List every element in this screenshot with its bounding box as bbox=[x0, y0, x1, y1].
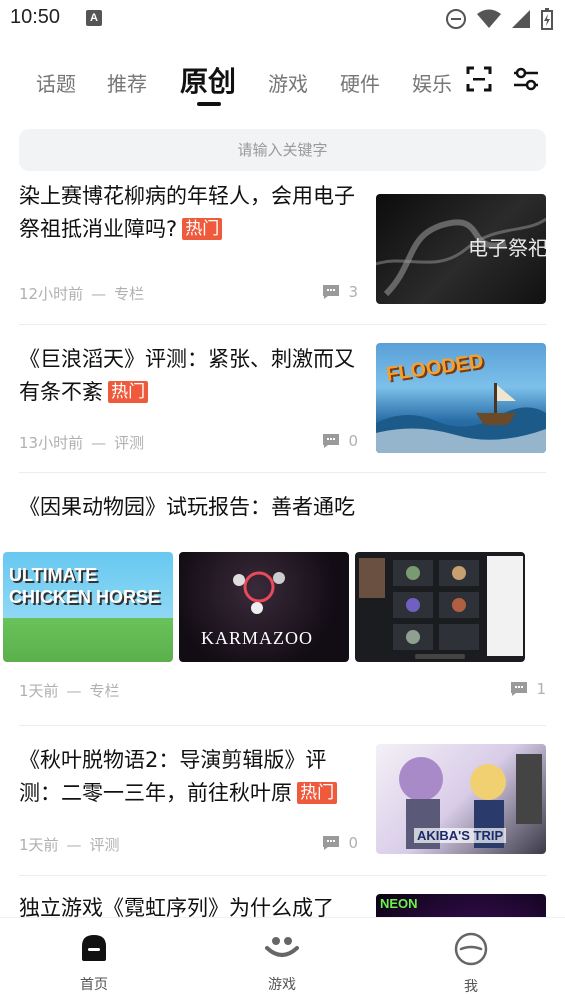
article-thumbnail: AKIBA'S TRIP bbox=[376, 744, 546, 854]
hot-badge: 热门 bbox=[108, 381, 149, 403]
category-tab-bar: 话题 推荐 原创 游戏 硬件 娱乐 bbox=[0, 52, 565, 112]
signal-icon bbox=[512, 10, 530, 28]
article-card[interactable]: 《巨浪滔天》评测：紧张、刺激而又有条不紊 热门 13小时前 — 评测 0 FLOOD… bbox=[19, 329, 546, 473]
article-time: 1天前 bbox=[19, 836, 59, 854]
comment-count[interactable]: 0 bbox=[322, 834, 358, 852]
divider bbox=[19, 875, 546, 876]
article-image: ULTIMATE CHICKEN HORSE bbox=[3, 552, 173, 662]
article-title: 《秋叶脱物语2：导演剪辑版》评测：二零一三年，前往秋叶原 bbox=[19, 748, 327, 805]
nav-home[interactable]: 首页 bbox=[54, 932, 134, 994]
comment-count[interactable]: 1 bbox=[510, 680, 546, 698]
article-thumbnail: NEON bbox=[376, 894, 546, 917]
article-meta: 13小时前 — 评测 bbox=[19, 434, 145, 452]
profile-icon bbox=[454, 932, 488, 966]
article-thumbnail: FLOODED bbox=[376, 343, 546, 453]
status-time: 10:50 bbox=[10, 6, 61, 28]
hot-badge: 热门 bbox=[182, 218, 223, 240]
nav-games[interactable]: 游戏 bbox=[242, 932, 322, 994]
comment-count[interactable]: 3 bbox=[322, 283, 358, 301]
status-icons bbox=[445, 8, 553, 30]
tab-hardware[interactable]: 硬件 bbox=[340, 68, 380, 97]
nav-me[interactable]: 我 bbox=[431, 932, 511, 996]
article-category: 评测 bbox=[89, 836, 120, 854]
thumbnail-text: 电子祭祀 bbox=[468, 236, 546, 260]
status-bar: 10:50 A bbox=[0, 0, 565, 40]
bottom-navigation: 首页 游戏 我 bbox=[0, 917, 565, 1004]
thumbnail-text: AKIBA'S TRIP bbox=[414, 828, 507, 843]
article-card[interactable]: 独立游戏《霓虹序列》为什么成了 NEON bbox=[19, 880, 546, 917]
article-image: KARMAZOO bbox=[179, 552, 349, 662]
comment-count-value: 3 bbox=[348, 283, 358, 301]
battery-icon bbox=[541, 8, 553, 30]
article-title: 《因果动物园》试玩报告：善者通吃 bbox=[19, 495, 355, 519]
article-meta: 1天前 — 评测 bbox=[19, 836, 120, 854]
tab-entertainment[interactable]: 娱乐 bbox=[412, 68, 452, 97]
divider bbox=[19, 472, 546, 473]
image-text: ULTIMATE CHICKEN HORSE bbox=[9, 565, 161, 607]
home-icon bbox=[82, 935, 106, 961]
article-card[interactable]: 《秋叶脱物语2：导演剪辑版》评测：二零一三年，前往秋叶原 热门 1天前 — 评测 0… bbox=[19, 730, 546, 874]
article-image-row: ULTIMATE CHICKEN HORSE KARMAZOO bbox=[3, 552, 525, 662]
article-time: 12小时前 bbox=[19, 285, 84, 303]
article-category: 专栏 bbox=[114, 285, 145, 303]
comment-count-value: 0 bbox=[348, 432, 358, 450]
article-image bbox=[355, 552, 525, 662]
tab-games[interactable]: 游戏 bbox=[268, 68, 308, 97]
comment-count[interactable]: 0 bbox=[322, 432, 358, 450]
tab-topics[interactable]: 话题 bbox=[36, 68, 76, 97]
scan-icon[interactable] bbox=[466, 66, 492, 92]
comment-icon bbox=[323, 285, 340, 299]
notification-icon: A bbox=[86, 10, 102, 26]
games-icon bbox=[265, 937, 299, 957]
article-category: 评测 bbox=[114, 434, 145, 452]
divider bbox=[19, 725, 546, 726]
article-time: 1天前 bbox=[19, 682, 59, 700]
wifi-icon bbox=[477, 9, 501, 28]
tab-original[interactable]: 原创 bbox=[180, 60, 236, 100]
search-input[interactable]: 请输入关键字 bbox=[19, 129, 546, 171]
article-meta: 1天前 — 专栏 bbox=[19, 682, 120, 700]
nav-label: 首页 bbox=[80, 977, 108, 993]
comment-icon bbox=[323, 434, 340, 448]
image-text: KARMAZOO bbox=[201, 628, 314, 648]
comment-icon bbox=[323, 836, 340, 850]
article-card[interactable]: 染上赛博花柳病的年轻人，会用电子祭祖抵消业障吗? 热门 12小时前 — 专栏 3 电… bbox=[19, 180, 546, 324]
hot-badge: 热门 bbox=[297, 782, 338, 804]
article-meta: 12小时前 — 专栏 bbox=[19, 285, 145, 303]
nav-label: 游戏 bbox=[268, 977, 296, 993]
nav-label: 我 bbox=[464, 979, 478, 995]
article-title: 独立游戏《霓虹序列》为什么成了 bbox=[19, 896, 334, 917]
video-call-illustration bbox=[359, 556, 523, 659]
article-feed: 染上赛博花柳病的年轻人，会用电子祭祖抵消业障吗? 热门 12小时前 — 专栏 3 电… bbox=[0, 180, 565, 917]
article-title: 《巨浪滔天》评测：紧张、刺激而又有条不紊 bbox=[19, 347, 355, 404]
article-time: 13小时前 bbox=[19, 434, 84, 452]
comment-count-value: 1 bbox=[536, 680, 546, 698]
divider bbox=[19, 324, 546, 325]
active-tab-indicator bbox=[197, 102, 221, 106]
article-thumbnail: 电子祭祀 bbox=[376, 194, 546, 304]
article-category: 专栏 bbox=[89, 682, 120, 700]
filter-settings-icon[interactable] bbox=[512, 66, 540, 92]
tab-recommended[interactable]: 推荐 bbox=[107, 68, 147, 97]
comment-icon bbox=[511, 682, 528, 696]
thumbnail-text: NEON bbox=[380, 896, 418, 911]
dnd-icon bbox=[446, 9, 466, 29]
comment-count-value: 0 bbox=[348, 834, 358, 852]
